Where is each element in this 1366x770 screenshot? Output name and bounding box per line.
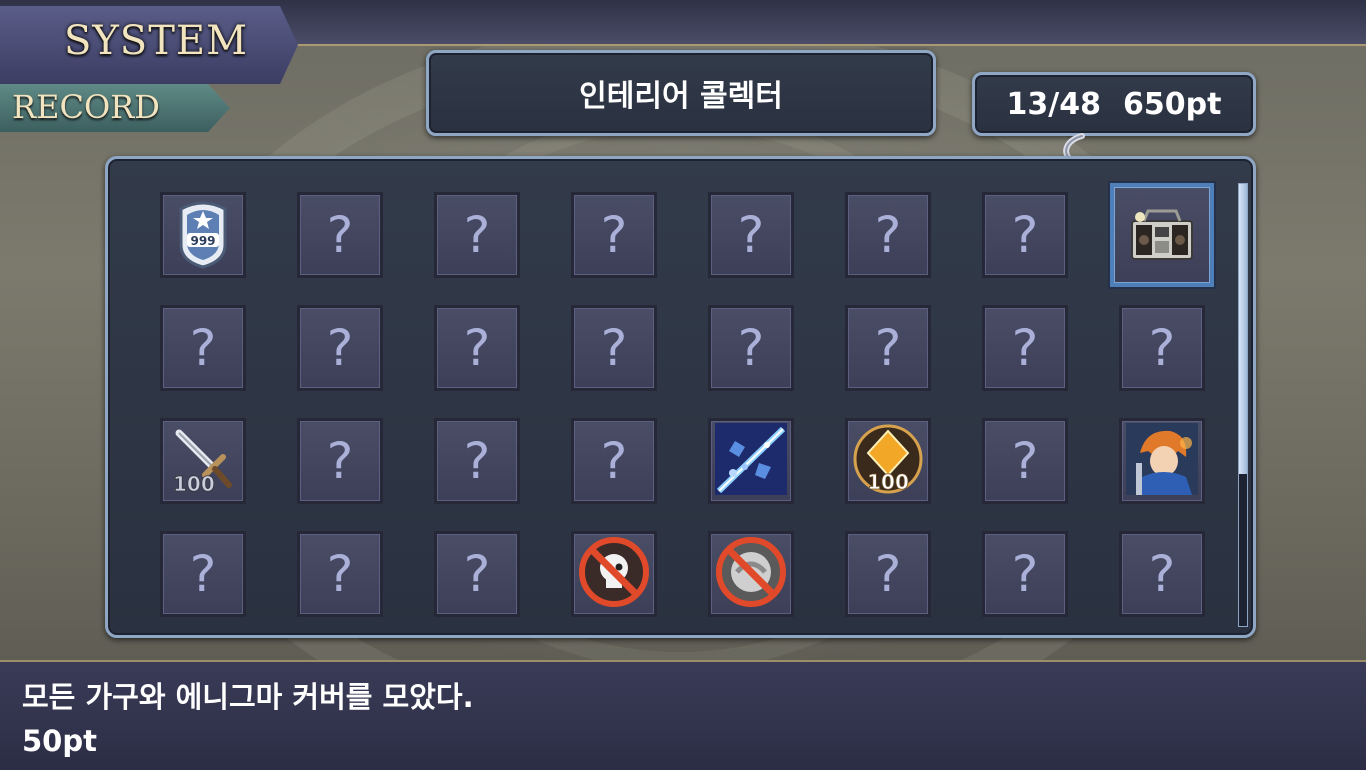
unknown-question-icon: ? xyxy=(600,319,628,377)
unknown-question-icon: ? xyxy=(463,432,491,490)
collection-title-box: 인테리어 콜렉터 xyxy=(426,50,936,136)
achievement-slot[interactable]: ? xyxy=(434,305,520,391)
unknown-question-icon: ? xyxy=(326,319,354,377)
achievement-slot[interactable]: ? xyxy=(845,192,931,278)
achievement-slot[interactable]: ? xyxy=(297,531,383,617)
achievement-slot[interactable]: ? xyxy=(434,418,520,504)
sword-number-label: 100 xyxy=(173,472,215,495)
achievement-slot[interactable] xyxy=(708,531,794,617)
system-title: SYSTEM xyxy=(64,18,249,64)
crystal-shatter-icon xyxy=(715,423,787,499)
achievement-slot[interactable]: ? xyxy=(571,418,657,504)
unknown-question-icon: ? xyxy=(1148,545,1176,603)
achievement-slot[interactable] xyxy=(571,531,657,617)
boombox-icon xyxy=(1126,197,1198,273)
medal-number-label: 100 xyxy=(867,470,909,494)
badge-number-label: 999 xyxy=(190,234,215,248)
unknown-question-icon: ? xyxy=(874,545,902,603)
unknown-question-icon: ? xyxy=(874,319,902,377)
unknown-question-icon: ? xyxy=(189,545,217,603)
achievement-slot[interactable]: ? xyxy=(434,531,520,617)
unknown-question-icon: ? xyxy=(1011,432,1039,490)
achievement-slot[interactable]: ? xyxy=(297,418,383,504)
description-points: 50pt xyxy=(22,724,97,758)
achievement-slot[interactable]: ? xyxy=(160,305,246,391)
scrollbar-thumb[interactable] xyxy=(1239,184,1247,474)
achievement-slot[interactable]: ? xyxy=(1119,305,1205,391)
achievement-slot[interactable]: ? xyxy=(982,192,1068,278)
achievement-slot[interactable]: ? xyxy=(160,531,246,617)
achievement-slot[interactable]: ? xyxy=(982,418,1068,504)
achievement-slot[interactable]: ? xyxy=(708,305,794,391)
description-text: 모든 가구와 에니그마 커버를 모았다. xyxy=(22,680,474,714)
score-box: 13/48 650pt xyxy=(972,72,1256,136)
collection-title: 인테리어 콜렉터 xyxy=(579,79,783,114)
achievement-slot[interactable]: ? xyxy=(982,531,1068,617)
unknown-question-icon: ? xyxy=(737,319,765,377)
achievement-slot[interactable] xyxy=(1119,418,1205,504)
unknown-question-icon: ? xyxy=(463,319,491,377)
unknown-question-icon: ? xyxy=(463,545,491,603)
unknown-question-icon: ? xyxy=(189,319,217,377)
diamond-medal-icon: 100 xyxy=(852,423,924,499)
achievement-slot[interactable]: 100 xyxy=(160,418,246,504)
unknown-question-icon: ? xyxy=(600,206,628,264)
unknown-question-icon: ? xyxy=(1148,319,1176,377)
unknown-question-icon: ? xyxy=(326,545,354,603)
unknown-question-icon: ? xyxy=(326,432,354,490)
unknown-question-icon: ? xyxy=(463,206,491,264)
achievement-slot[interactable]: ? xyxy=(571,192,657,278)
achievement-grid-panel xyxy=(105,156,1256,638)
achievement-slot[interactable]: ? xyxy=(434,192,520,278)
unknown-question-icon: ? xyxy=(874,206,902,264)
unknown-question-icon: ? xyxy=(1011,319,1039,377)
unknown-question-icon: ? xyxy=(600,432,628,490)
total-points: 650pt xyxy=(1123,86,1222,122)
achievement-slot[interactable]: 999 xyxy=(160,192,246,278)
achievement-slot[interactable]: ? xyxy=(297,192,383,278)
achievement-slot[interactable]: ? xyxy=(1119,531,1205,617)
unknown-question-icon: ? xyxy=(1011,545,1039,603)
unknown-question-icon: ? xyxy=(1011,206,1039,264)
achievement-slot[interactable]: ? xyxy=(845,305,931,391)
unknown-question-icon: ? xyxy=(326,206,354,264)
achievement-slot[interactable] xyxy=(1110,183,1214,287)
no-skull-icon xyxy=(578,536,650,612)
achievement-slot[interactable]: ? xyxy=(708,192,794,278)
progress-count: 13/48 xyxy=(1006,86,1101,122)
character-portrait-icon xyxy=(1126,423,1198,499)
sword-icon: 100 xyxy=(167,423,239,499)
achievement-slot[interactable]: ? xyxy=(571,305,657,391)
unknown-question-icon: ? xyxy=(737,206,765,264)
achievement-slot[interactable]: ? xyxy=(982,305,1068,391)
achievement-slot[interactable]: ? xyxy=(297,305,383,391)
achievement-slot[interactable]: ? xyxy=(845,531,931,617)
badge-icon: 999 xyxy=(167,197,239,273)
no-shield-icon xyxy=(715,536,787,612)
record-subtitle: RECORD xyxy=(12,88,160,126)
achievement-slot[interactable] xyxy=(708,418,794,504)
achievement-slot[interactable]: 100 xyxy=(845,418,931,504)
